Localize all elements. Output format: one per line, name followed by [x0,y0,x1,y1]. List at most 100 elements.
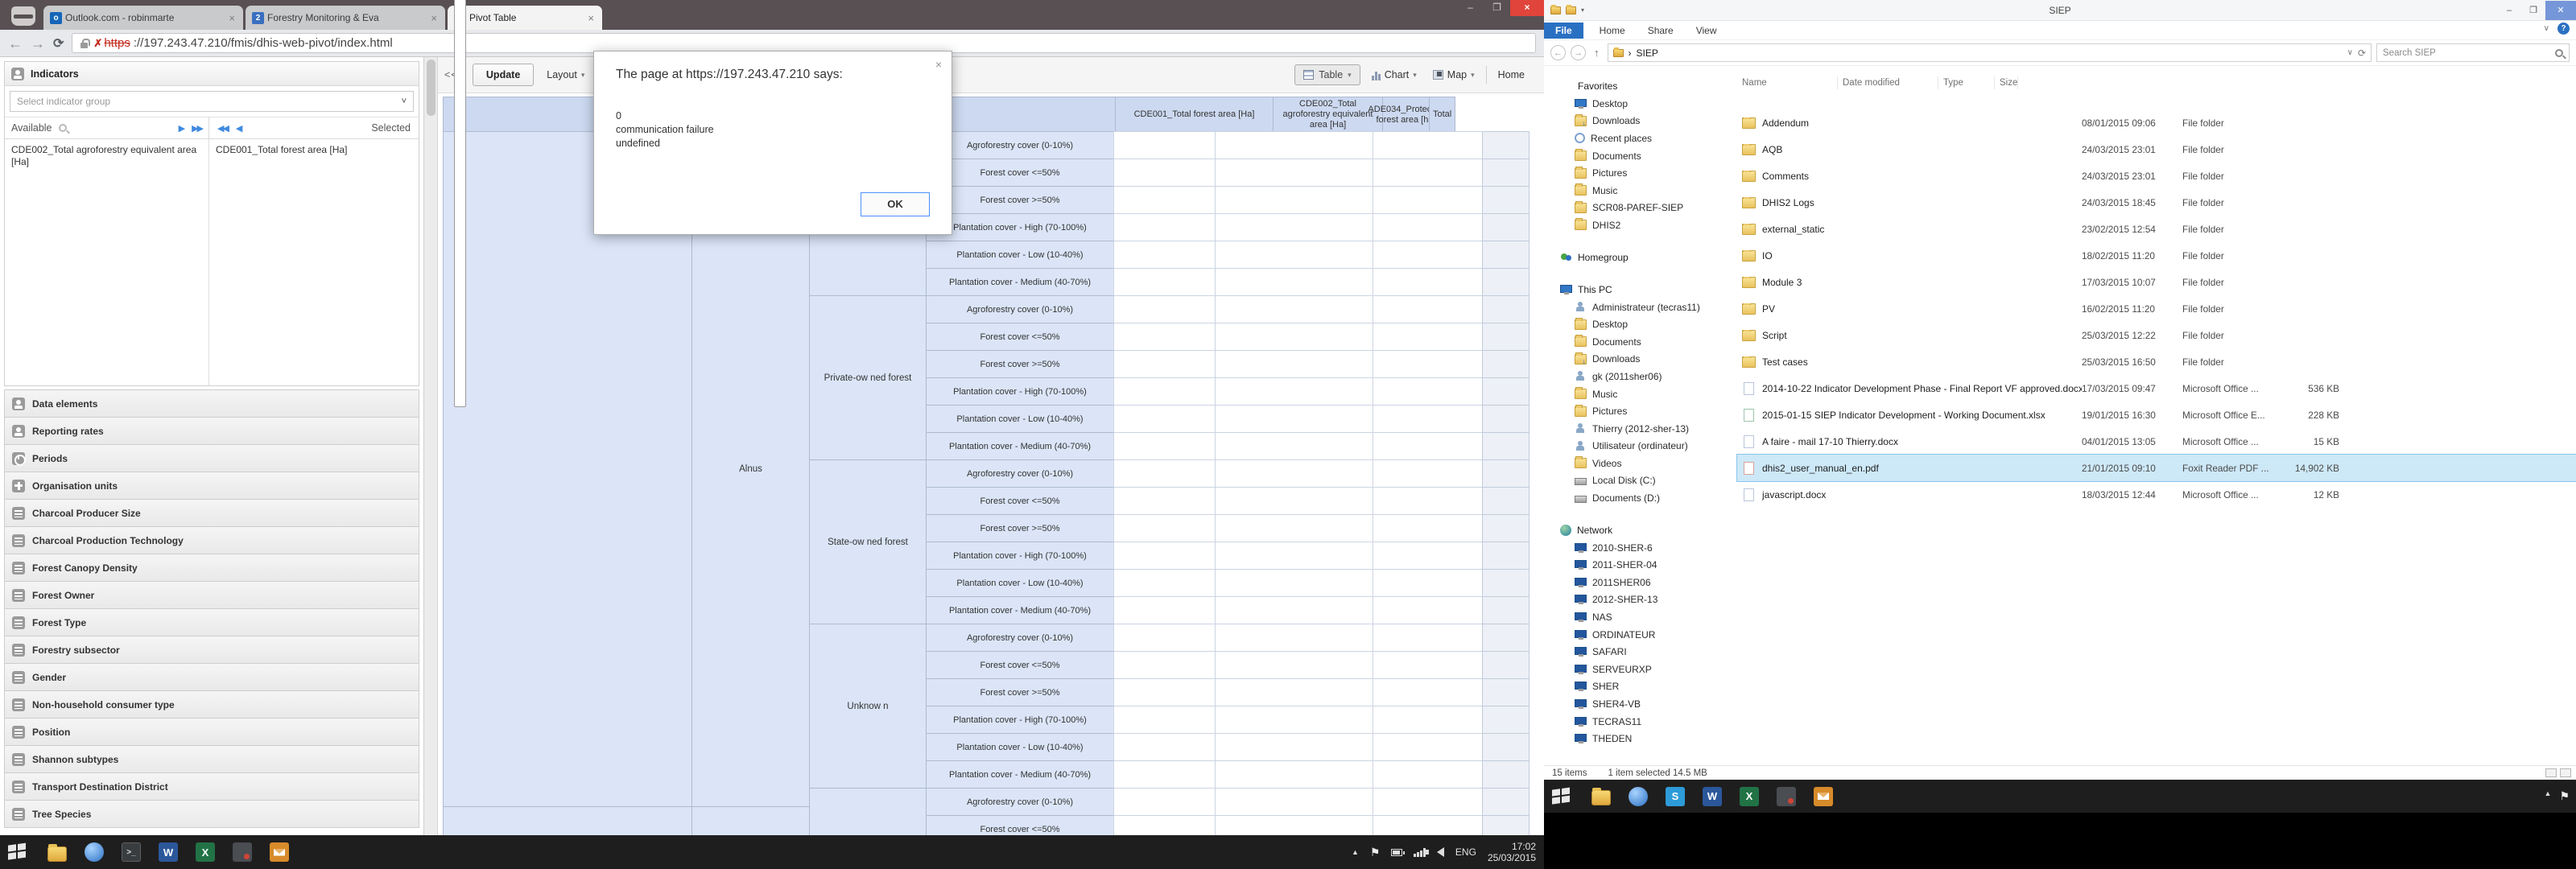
nav-item[interactable]: Administrateur (tecras11) [1544,299,1731,316]
accordion-section[interactable]: Organisation units [4,472,419,500]
tab-close-icon[interactable]: × [227,12,237,24]
tray-expand-icon[interactable]: ▲ [1352,848,1359,856]
nav-item[interactable]: Documents [1544,147,1731,165]
nav-item[interactable]: ORDINATEUR [1544,626,1731,644]
volume-icon[interactable] [1437,847,1444,857]
accordion-section[interactable]: Data elements [4,389,419,418]
file-row[interactable]: Module 3 17/03/2015 10:07 File folder [1737,269,2576,295]
nav-item[interactable]: Music [1544,182,1731,200]
nav-item[interactable]: Utilisateur (ordinateur) [1544,438,1731,455]
nav-item[interactable]: DHIS2 [1544,216,1731,234]
file-row[interactable]: dhis2_user_manual_en.pdf 21/01/2015 09:1… [1737,455,2576,481]
taskbar-app-button[interactable] [39,835,76,869]
nav-forward-button[interactable]: → [1571,45,1586,60]
taskbar-app-button[interactable] [1768,780,1805,813]
ribbon-tab[interactable]: View [1685,23,1728,39]
start-button[interactable] [1552,787,1571,805]
nav-item[interactable]: SERVEURXP [1544,661,1731,678]
table-view-button[interactable]: Table ▾ [1294,64,1360,85]
reload-icon[interactable]: ⟳ [53,35,64,51]
accordion-section[interactable]: Reporting rates [4,417,419,445]
nav-item[interactable]: Local Disk (C:) [1544,472,1731,490]
accordion-section[interactable]: Forestry subsector [4,636,419,664]
taskbar-app-button[interactable] [261,835,298,869]
taskbar-app-button[interactable]: W [150,835,187,869]
explorer-maximize-button[interactable]: ❐ [2521,1,2545,20]
nav-section-header[interactable]: Homegroup [1544,249,1731,266]
details-view-icon[interactable] [2545,768,2557,777]
nav-item[interactable]: 2012-SHER-13 [1544,591,1731,609]
explorer-minimize-button[interactable]: – [2497,1,2521,20]
back-icon[interactable]: ← [8,36,23,51]
nav-item[interactable]: SHER4-VB [1544,695,1731,713]
taskbar-app-button[interactable]: X [187,835,224,869]
tray-expand-icon[interactable]: ▲ [2545,789,2552,803]
nav-item[interactable]: NAS [1544,608,1731,626]
explorer-close-button[interactable]: ✕ [2545,1,2576,20]
file-row[interactable]: DHIS2 Logs 24/03/2015 18:45 File folder [1737,189,2576,216]
layout-button[interactable]: Layout ▾ [542,64,589,85]
file-row[interactable]: Addendum 08/01/2015 09:06 File folder [1737,109,2576,136]
ribbon-tab[interactable]: Share [1637,23,1685,39]
nav-item[interactable]: Downloads [1544,113,1731,130]
nav-item[interactable]: Desktop [1544,315,1731,333]
forward-icon[interactable]: → [31,36,45,51]
browser-tab[interactable]: Pivot Table × [448,6,602,30]
thumbnails-view-icon[interactable] [2560,768,2571,777]
file-row[interactable]: A faire - mail 17-10 Thierry.docx 04/01/… [1737,428,2576,455]
file-list-column-header[interactable]: Type [1938,76,1995,89]
nav-item[interactable]: gk (2011sher06) [1544,368,1731,385]
accordion-section[interactable]: Transport Destination District [4,772,419,801]
nav-item[interactable]: Desktop [1544,95,1731,113]
alert-ok-button[interactable]: OK [861,192,930,216]
nav-section-header[interactable]: Network [1544,521,1731,539]
file-row[interactable]: 2014-10-22 Indicator Development Phase -… [1737,375,2576,402]
update-button[interactable]: Update [473,64,534,86]
move-all-left-button[interactable]: ◀◀ [217,123,228,134]
taskbar-app-button[interactable]: S [1657,780,1694,813]
nav-item[interactable]: THEDEN [1544,730,1731,748]
accordion-section[interactable]: Shannon subtypes [4,745,419,773]
battery-icon[interactable] [1391,849,1402,856]
file-row[interactable]: javascript.docx 18/03/2015 12:44 Microso… [1737,481,2576,508]
taskbar-app-button[interactable] [1583,780,1620,813]
taskbar-clock[interactable]: 17:02 25/03/2015 [1488,841,1536,863]
file-row[interactable]: PV 16/02/2015 11:20 File folder [1737,295,2576,322]
network-signal-icon[interactable] [1414,848,1426,857]
accordion-section[interactable]: Charcoal Producer Size [4,499,419,527]
taskbar-app-button[interactable] [1805,780,1842,813]
nav-item[interactable]: Videos [1544,455,1731,472]
file-list-column-header[interactable]: Date modified [1838,76,1938,89]
file-row[interactable]: AQB 24/03/2015 23:01 File folder [1737,136,2576,163]
taskbar-app-button[interactable]: X [1731,780,1768,813]
selected-indicator-item[interactable]: CDE001_Total forest area [Ha] [216,144,412,156]
scrollbar-thumb[interactable] [427,60,436,116]
refresh-icon[interactable]: ⟳ [2358,47,2366,59]
tab-close-icon[interactable]: × [586,12,596,24]
file-list-column-header[interactable]: Size [1995,76,2018,89]
breadcrumb[interactable]: › SIEP ∨ ⟳ [1608,43,2372,62]
nav-item[interactable]: Documents [1544,333,1731,351]
nav-section-header[interactable]: Favorites [1544,77,1731,95]
nav-item[interactable]: 2010-SHER-6 [1544,539,1731,557]
nav-item[interactable]: Downloads [1544,351,1731,369]
sidebar-scrollbar[interactable] [424,57,438,835]
ribbon-tab[interactable]: File [1544,23,1583,39]
accordion-section[interactable]: Periods [4,444,419,472]
alert-close-icon[interactable]: × [935,58,942,71]
accordion-section[interactable]: Forest Canopy Density [4,554,419,582]
accordion-section[interactable]: Tree Species [4,800,419,828]
nav-item[interactable]: Pictures [1544,402,1731,420]
home-button[interactable]: Home [1493,64,1530,85]
breadcrumb-location[interactable]: SIEP [1637,47,1658,59]
explorer-search-box[interactable]: Search SIEP [2376,43,2570,62]
taskbar-app-button[interactable]: W [1694,780,1731,813]
maximize-button[interactable]: ❐ [1484,0,1510,16]
nav-item[interactable]: Pictures [1544,164,1731,182]
file-row[interactable]: 2015-01-15 SIEP Indicator Development - … [1737,402,2576,428]
close-button[interactable]: × [1510,0,1544,16]
map-view-button[interactable]: Map ▾ [1428,64,1480,85]
indicator-group-select[interactable]: Select indicator group ˅ [10,91,414,112]
ribbon-collapse-icon[interactable]: ∨ [2544,24,2549,33]
accordion-section[interactable]: Forest Type [4,608,419,636]
